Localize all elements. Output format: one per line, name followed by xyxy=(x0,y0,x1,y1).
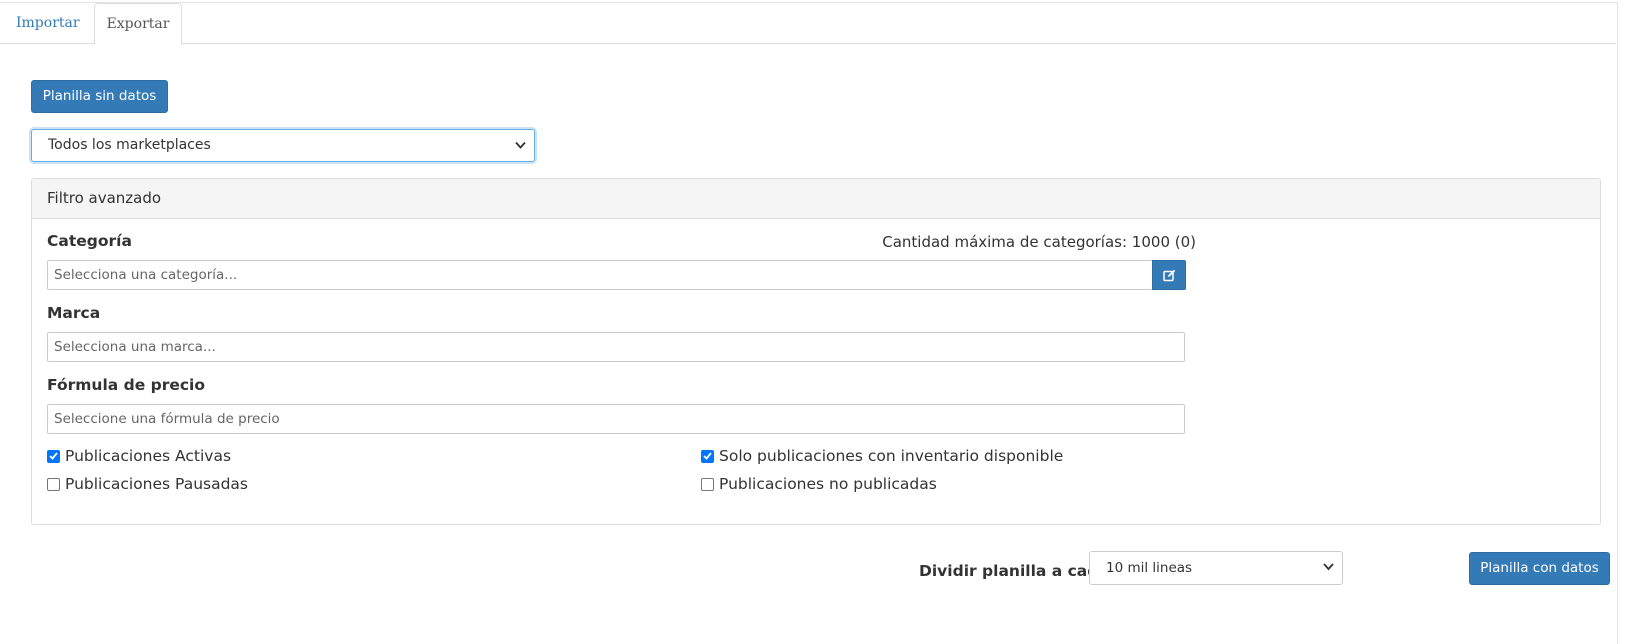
checkbox-unchecked-icon[interactable] xyxy=(701,477,714,491)
empty-template-button[interactable]: Planilla sin datos xyxy=(31,80,168,113)
brand-input[interactable]: Selecciona una marca... xyxy=(47,332,1185,362)
edit-icon xyxy=(1162,267,1176,286)
category-label: Categoría xyxy=(47,232,132,250)
marketplace-select-value: Todos los marketplaces xyxy=(48,137,211,153)
checkbox-active-label: Publicaciones Activas xyxy=(65,447,232,465)
advanced-filter-panel: Filtro avanzado Categoría Cantidad máxim… xyxy=(31,178,1601,525)
checkbox-active[interactable]: Publicaciones Activas xyxy=(47,447,231,465)
category-max-hint: Cantidad máxima de categorías: 1000 (0) xyxy=(882,233,1196,251)
marketplace-select[interactable]: Todos los marketplaces xyxy=(31,129,535,162)
checkbox-checked-icon[interactable] xyxy=(47,449,60,463)
split-select-value: 10 mil lineas xyxy=(1106,560,1193,576)
checkbox-paused-label: Publicaciones Pausadas xyxy=(65,475,249,493)
split-select[interactable]: 10 mil lineas xyxy=(1089,551,1343,585)
checkbox-inventory-label: Solo publicaciones con inventario dispon… xyxy=(719,447,1064,465)
checkbox-checked-icon[interactable] xyxy=(701,449,714,463)
brand-label: Marca xyxy=(47,304,101,322)
panel-heading: Filtro avanzado xyxy=(32,179,1600,219)
checkbox-paused[interactable]: Publicaciones Pausadas xyxy=(47,475,248,493)
category-placeholder: Selecciona una categoría... xyxy=(54,267,238,283)
tab-exportar[interactable]: Exportar xyxy=(94,3,182,45)
tab-importar[interactable]: Importar xyxy=(0,3,96,44)
chevron-down-icon xyxy=(515,130,526,161)
price-formula-input[interactable]: Seleccione una fórmula de precio xyxy=(47,404,1185,434)
price-formula-label: Fórmula de precio xyxy=(47,376,206,394)
checkbox-unpublished-label: Publicaciones no publicadas xyxy=(719,475,937,493)
checkbox-inventory[interactable]: Solo publicaciones con inventario dispon… xyxy=(701,447,1063,465)
price-formula-placeholder: Seleccione una fórmula de precio xyxy=(54,411,280,427)
checkbox-unpublished[interactable]: Publicaciones no publicadas xyxy=(701,475,937,493)
category-edit-button[interactable] xyxy=(1152,260,1186,290)
chevron-down-icon xyxy=(1323,552,1334,584)
data-template-button[interactable]: Planilla con datos xyxy=(1469,552,1610,585)
split-label: Dividir planilla a cada xyxy=(919,562,1109,580)
brand-placeholder: Selecciona una marca... xyxy=(54,339,216,355)
checkbox-unchecked-icon[interactable] xyxy=(47,477,60,491)
tab-bar: Importar Exportar xyxy=(0,3,1616,45)
category-input[interactable]: Selecciona una categoría... xyxy=(47,260,1153,290)
